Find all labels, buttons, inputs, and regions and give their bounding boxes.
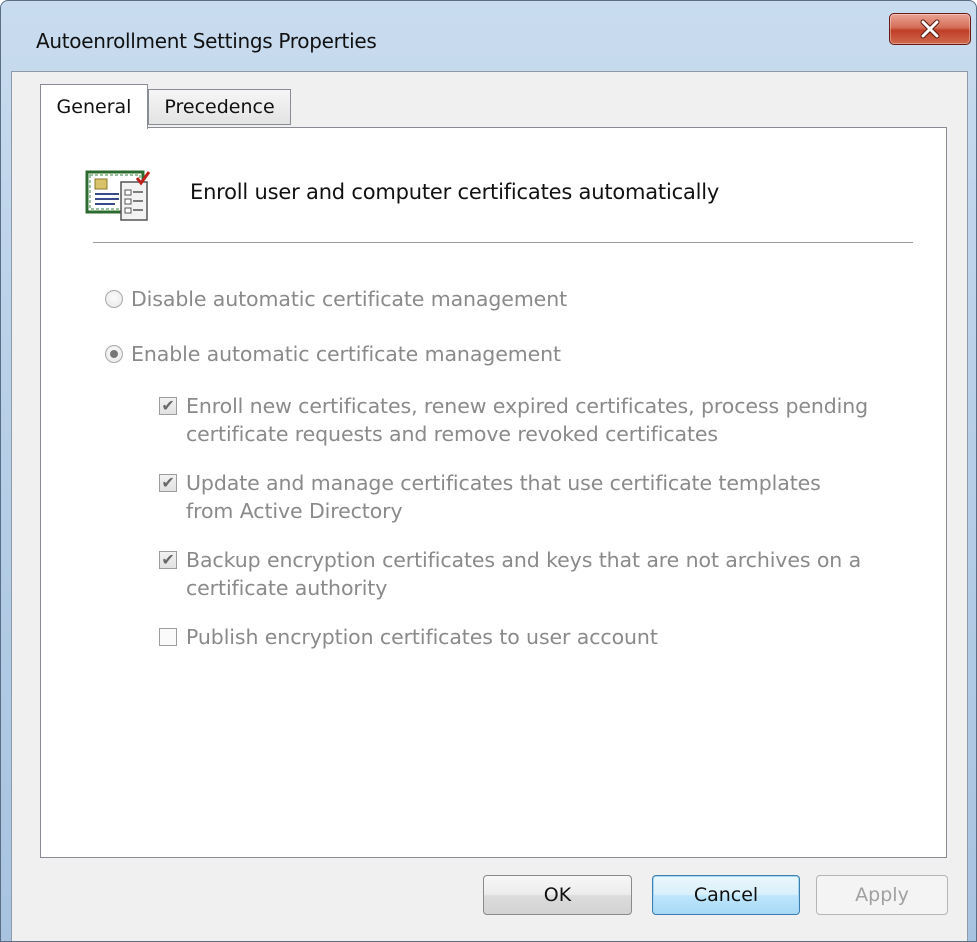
enroll-renew-checkbox[interactable]: ✔	[159, 397, 177, 415]
update-manage-checkbox[interactable]: ✔	[159, 474, 177, 492]
cancel-button[interactable]: Cancel	[652, 875, 800, 915]
tab-precedence[interactable]: Precedence	[148, 89, 291, 125]
enable-radio-label: Enable automatic certificate management	[131, 342, 561, 366]
window-title: Autoenrollment Settings Properties	[36, 29, 377, 53]
disable-autoenroll-option[interactable]: Disable automatic certificate management	[105, 285, 567, 313]
disable-radio[interactable]	[105, 290, 123, 308]
update-manage-label-line1: Update and manage certificates that use …	[186, 471, 821, 495]
close-icon	[920, 19, 940, 39]
title-bar[interactable]: Autoenrollment Settings Properties	[1, 1, 976, 71]
update-manage-option[interactable]: ✔ Update and manage certificates that us…	[159, 469, 821, 525]
enable-radio[interactable]	[105, 345, 123, 363]
enroll-renew-label-line2: certificate requests and remove revoked …	[186, 422, 718, 446]
backup-keys-checkbox[interactable]: ✔	[159, 551, 177, 569]
backup-keys-label: Backup encryption certificates and keys …	[186, 546, 861, 602]
enroll-renew-label: Enroll new certificates, renew expired c…	[186, 392, 868, 448]
backup-keys-option[interactable]: ✔ Backup encryption certificates and key…	[159, 546, 861, 602]
dialog-client-area: General Precedence Enroll user and compu…	[11, 71, 968, 941]
certificate-icon	[85, 170, 151, 221]
apply-button[interactable]: Apply	[816, 875, 948, 915]
ok-button[interactable]: OK	[483, 875, 632, 915]
enroll-renew-option[interactable]: ✔ Enroll new certificates, renew expired…	[159, 392, 868, 448]
dialog-window: Autoenrollment Settings Properties Gener…	[0, 0, 977, 942]
close-button[interactable]	[889, 13, 971, 45]
enroll-renew-label-line1: Enroll new certificates, renew expired c…	[186, 394, 869, 418]
update-manage-label: Update and manage certificates that use …	[186, 469, 821, 525]
header-description: Enroll user and computer certificates au…	[190, 180, 720, 204]
tab-general[interactable]: General	[40, 84, 148, 129]
disable-radio-label: Disable automatic certificate management	[131, 287, 568, 311]
publish-certs-label: Publish encryption certificates to user …	[186, 625, 658, 649]
publish-certs-checkbox[interactable]	[159, 628, 177, 646]
update-manage-label-line2: from Active Directory	[186, 499, 403, 523]
backup-keys-label-line1: Backup encryption certificates and keys …	[186, 548, 862, 572]
general-tab-panel: Enroll user and computer certificates au…	[40, 127, 947, 858]
backup-keys-label-line2: certificate authority	[186, 576, 388, 600]
header-separator	[93, 242, 913, 243]
enable-autoenroll-option[interactable]: Enable automatic certificate management	[105, 340, 561, 368]
publish-certs-option[interactable]: Publish encryption certificates to user …	[159, 623, 658, 651]
